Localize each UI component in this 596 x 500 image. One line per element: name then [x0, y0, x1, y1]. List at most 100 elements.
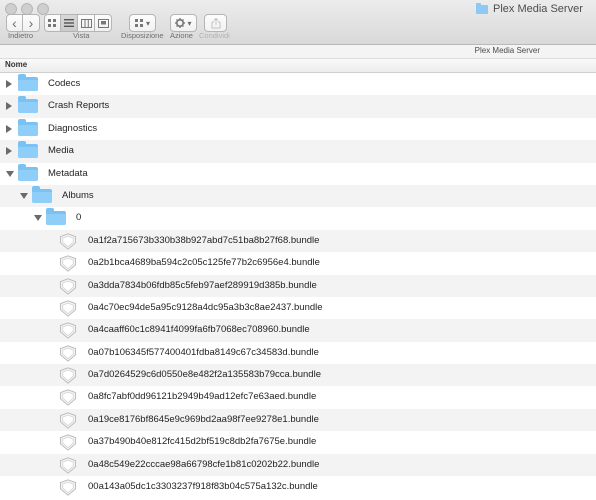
folder-name: Crash Reports: [48, 100, 110, 112]
list-view-button[interactable]: [61, 14, 78, 32]
folder-row[interactable]: Crash Reports: [0, 95, 596, 118]
file-name: 0a19ce8176bf8645e9c969bd2aa98f7ee9278e1.…: [88, 413, 319, 425]
folder-name: Codecs: [48, 78, 81, 89]
folder-icon: [476, 2, 488, 14]
column-view-button[interactable]: [78, 14, 95, 32]
file-row[interactable]: 0a3dda7834b06fdb85c5feb97aef289919d385b.…: [0, 274, 596, 297]
file-row[interactable]: 0a4c70ec94de5a95c9128a4dc95a3b3c8ae2437.…: [0, 297, 596, 319]
bundle-icon: [59, 367, 77, 384]
window-title-text: Plex Media Server: [493, 3, 583, 15]
file-name: 0a8fc7abf0dd96121b2949b49ad12efc7e63aed.…: [88, 391, 317, 403]
path-bar-title: Plex Media Server: [474, 46, 540, 55]
folder-name: Metadata: [48, 167, 88, 179]
folder-icon: [18, 96, 38, 114]
chevron-down-icon: ▾: [187, 18, 192, 28]
arrange-label: Disposizione: [121, 31, 164, 40]
folder-row[interactable]: Metadata: [0, 163, 596, 185]
folder-icon: [18, 141, 38, 159]
arrange-grid-icon: [134, 18, 143, 27]
action-button[interactable]: ▾: [170, 14, 197, 32]
file-name: 0a2b1bca4689ba594c2c05c125fe77b2c6956e4.…: [88, 257, 320, 269]
folder-row[interactable]: Codecs: [0, 73, 596, 95]
chevron-right-icon: ›: [28, 15, 34, 31]
folder-row[interactable]: 0: [0, 207, 596, 229]
file-row[interactable]: 0a48c549e22cccae98a66798cfe1b81c0202b22.…: [0, 453, 596, 477]
column-view-icon: [80, 18, 92, 28]
file-row[interactable]: 0a07b106345f577400401fdba8149c67c34583d.…: [0, 342, 596, 364]
arrange-group: ▾: [129, 14, 156, 32]
share-icon: [211, 17, 220, 28]
bundle-icon: [59, 412, 77, 429]
file-name: 0a1f2a715673b330b38b927abd7c51ba8b27f68.…: [88, 234, 320, 246]
bundle-icon: [59, 389, 77, 407]
finder-window: Plex Media Server ‹ › Indietro Vista ▾ D…: [0, 0, 596, 500]
folder-name: Diagnostics: [48, 122, 98, 134]
disclosure-triangle-open-icon[interactable]: [20, 192, 28, 199]
bundle-icon: [59, 345, 77, 362]
folder-icon: [18, 118, 38, 136]
disclosure-triangle-icon[interactable]: [6, 147, 12, 156]
disclosure-triangle-icon[interactable]: [6, 124, 12, 133]
folder-icon: [18, 163, 38, 181]
icon-view-button[interactable]: [44, 14, 61, 32]
file-name: 0a48c549e22cccae98a66798cfe1b81c0202b22.…: [88, 458, 320, 470]
toolbar: Plex Media Server ‹ › Indietro Vista ▾ D…: [0, 0, 596, 45]
share-label: Condividi: [199, 31, 230, 40]
column-header-row: Nome: [0, 59, 596, 73]
folder-icon: [46, 208, 66, 226]
bundle-icon: [59, 255, 77, 272]
gear-icon: [175, 18, 186, 28]
arrange-button[interactable]: ▾: [129, 14, 156, 32]
file-name: 0a4caaff60c1c8941f4099fa6fb7068ec708960.…: [88, 324, 310, 336]
disclosure-triangle-open-icon[interactable]: [34, 215, 42, 222]
bundle-icon: [59, 434, 77, 452]
back-button[interactable]: ‹: [6, 14, 23, 32]
bundle-icon: [59, 479, 77, 496]
list-view-icon: [64, 19, 74, 27]
share-button[interactable]: [204, 14, 227, 32]
bundle-icon: [59, 456, 77, 474]
file-name: 0a37b490b40e812fc415d2bf519c8db2fa7675e.…: [88, 436, 317, 448]
file-row[interactable]: 0a2b1bca4689ba594c2c05c125fe77b2c6956e4.…: [0, 252, 596, 274]
folder-name: 0: [76, 212, 82, 224]
folder-row[interactable]: Media: [0, 140, 596, 163]
window-title: Plex Media Server: [476, 2, 583, 15]
bundle-icon: [59, 322, 77, 340]
folder-row[interactable]: Albums: [0, 184, 596, 208]
file-list: Codecs Crash Reports Diagnostics Media Metad…: [0, 73, 596, 498]
action-label: Azione: [170, 31, 193, 40]
share-group: [204, 14, 227, 32]
folder-name: Media: [48, 145, 74, 157]
view-segmented-control: [44, 14, 112, 32]
path-bar: Plex Media Server: [0, 45, 596, 59]
disclosure-triangle-icon[interactable]: [6, 80, 12, 88]
view-label: Vista: [73, 31, 90, 40]
file-row[interactable]: 0a4caaff60c1c8941f4099fa6fb7068ec708960.…: [0, 319, 596, 342]
back-forward-group: ‹ ›: [6, 14, 40, 32]
file-name: 0a7d0264529c6d0550e8e482f2a135583b79cca.…: [88, 369, 321, 381]
file-row[interactable]: 0a1f2a715673b330b38b927abd7c51ba8b27f68.…: [0, 229, 596, 253]
bundle-icon: [59, 233, 77, 250]
folder-row[interactable]: Diagnostics: [0, 118, 596, 140]
bundle-icon: [59, 277, 77, 295]
file-row[interactable]: 0a19ce8176bf8645e9c969bd2aa98f7ee9278e1.…: [0, 408, 596, 432]
coverflow-view-icon: [97, 18, 109, 28]
icon-view-icon: [48, 18, 56, 27]
disclosure-triangle-icon[interactable]: [6, 102, 12, 111]
disclosure-triangle-open-icon[interactable]: [6, 170, 14, 177]
file-row[interactable]: 0a8fc7abf0dd96121b2949b49ad12efc7e63aed.…: [0, 386, 596, 408]
file-name: 00a143a05dc1c3303237f918f83b04c575a132c.…: [88, 481, 318, 493]
file-row[interactable]: 00a143a05dc1c3303237f918f83b04c575a132c.…: [0, 476, 596, 498]
file-name: 0a4c70ec94de5a95c9128a4dc95a3b3c8ae2437.…: [88, 301, 323, 313]
name-column-header[interactable]: Nome: [5, 60, 27, 69]
coverflow-view-button[interactable]: [95, 14, 112, 32]
file-name: 0a07b106345f577400401fdba8149c67c34583d.…: [88, 346, 319, 358]
file-name: 0a3dda7834b06fdb85c5feb97aef289919d385b.…: [88, 279, 317, 291]
file-row[interactable]: 0a37b490b40e812fc415d2bf519c8db2fa7675e.…: [0, 431, 596, 453]
file-row[interactable]: 0a7d0264529c6d0550e8e482f2a135583b79cca.…: [0, 364, 596, 387]
folder-icon: [32, 185, 52, 203]
folder-name: Albums: [62, 189, 94, 201]
bundle-icon: [59, 300, 77, 317]
forward-button[interactable]: ›: [23, 14, 40, 32]
back-label: Indietro: [8, 31, 34, 40]
